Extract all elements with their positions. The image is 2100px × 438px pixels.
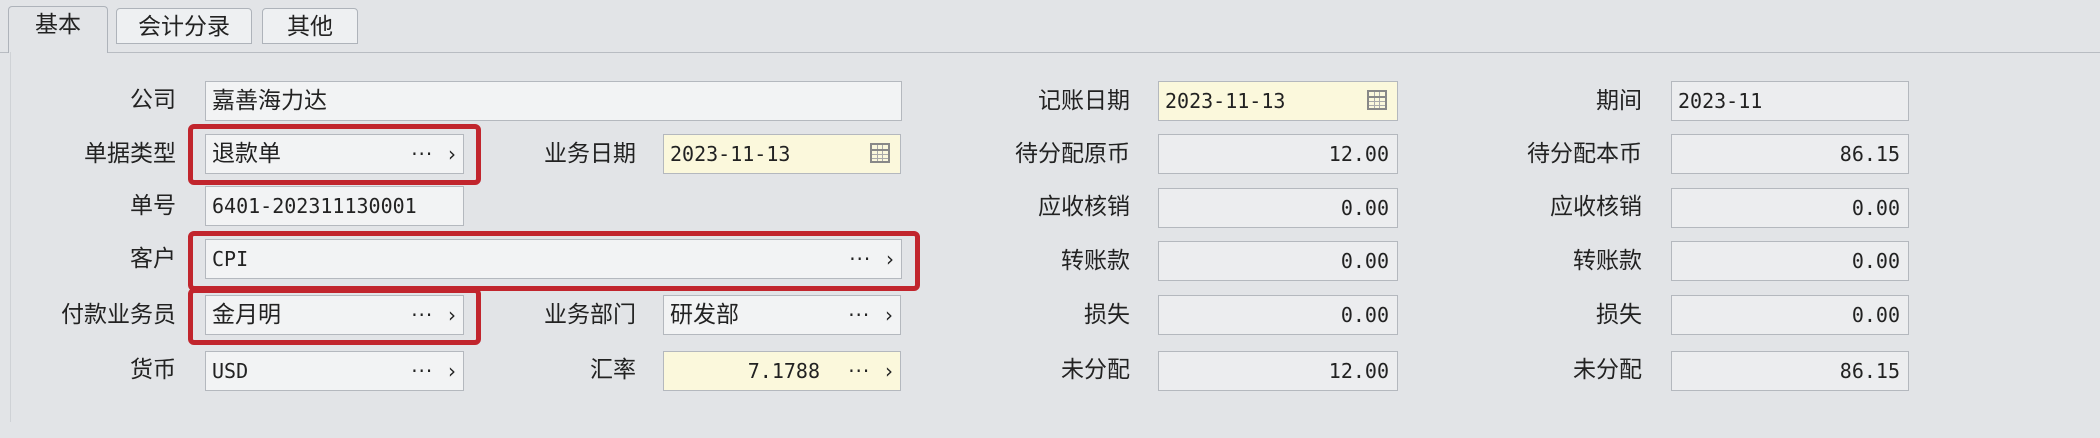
right-value-1[interactable]: 86.15 (1671, 134, 1909, 174)
company-label: 公司 (130, 87, 176, 113)
post-date-label: 记账日期 (1038, 88, 1130, 114)
company-field[interactable]: 嘉善海力达 (205, 81, 902, 121)
tab-other[interactable]: 其他 (262, 8, 358, 44)
right-value-5[interactable]: 86.15 (1671, 351, 1909, 391)
right-value-2[interactable]: 0.00 (1671, 188, 1909, 228)
tab-basic[interactable]: 基本 (8, 6, 108, 53)
doc-type-highlight (188, 124, 481, 185)
chevron-right-icon[interactable]: › (885, 352, 894, 390)
customer-label: 客户 (130, 246, 176, 272)
mid-label-4: 损失 (1084, 302, 1130, 328)
doc-no-field[interactable]: 6401-202311130001 (205, 186, 464, 226)
biz-date-label: 业务日期 (544, 141, 636, 167)
customer-highlight (188, 231, 920, 291)
post-date-field[interactable]: 2023-11-13 (1158, 81, 1398, 121)
payer-highlight (188, 288, 481, 345)
mid-value-1[interactable]: 12.00 (1158, 134, 1398, 174)
calendar-icon[interactable] (1367, 90, 1387, 110)
mid-label-1: 待分配原币 (1015, 141, 1130, 167)
tab-accounting-entries[interactable]: 会计分录 (116, 8, 252, 44)
biz-date-field[interactable]: 2023-11-13 (663, 134, 901, 174)
payer-label: 付款业务员 (61, 302, 176, 328)
mid-value-3[interactable]: 0.00 (1158, 241, 1398, 281)
more-icon[interactable]: ··· (411, 352, 433, 390)
more-icon[interactable]: ··· (848, 296, 870, 334)
period-label: 期间 (1596, 88, 1642, 114)
mid-value-4[interactable]: 0.00 (1158, 295, 1398, 335)
right-label-3: 转账款 (1573, 248, 1642, 274)
right-label-5: 未分配 (1573, 357, 1642, 383)
currency-field[interactable]: USD ··· › (205, 351, 464, 391)
dept-field[interactable]: 研发部 ··· › (663, 295, 901, 335)
right-label-2: 应收核销 (1550, 194, 1642, 220)
chevron-right-icon[interactable]: › (885, 296, 894, 334)
tab-bar: 基本 会计分录 其他 (0, 0, 2100, 53)
right-label-4: 损失 (1596, 302, 1642, 328)
right-label-1: 待分配本币 (1527, 141, 1642, 167)
mid-label-2: 应收核销 (1038, 194, 1130, 220)
mid-label-5: 未分配 (1061, 357, 1130, 383)
more-icon[interactable]: ··· (848, 352, 870, 390)
mid-label-3: 转账款 (1061, 248, 1130, 274)
calendar-icon[interactable] (870, 143, 890, 163)
rate-field[interactable]: 7.1788 ··· › (663, 351, 901, 391)
mid-value-2[interactable]: 0.00 (1158, 188, 1398, 228)
right-value-4[interactable]: 0.00 (1671, 295, 1909, 335)
dept-label: 业务部门 (544, 302, 636, 328)
mid-value-5[interactable]: 12.00 (1158, 351, 1398, 391)
chevron-right-icon[interactable]: › (448, 352, 457, 390)
doc-type-label: 单据类型 (84, 141, 176, 167)
right-value-3[interactable]: 0.00 (1671, 241, 1909, 281)
currency-label: 货币 (130, 357, 176, 383)
period-field[interactable]: 2023-11 (1671, 81, 1909, 121)
rate-label: 汇率 (590, 357, 636, 383)
doc-no-label: 单号 (130, 193, 176, 219)
